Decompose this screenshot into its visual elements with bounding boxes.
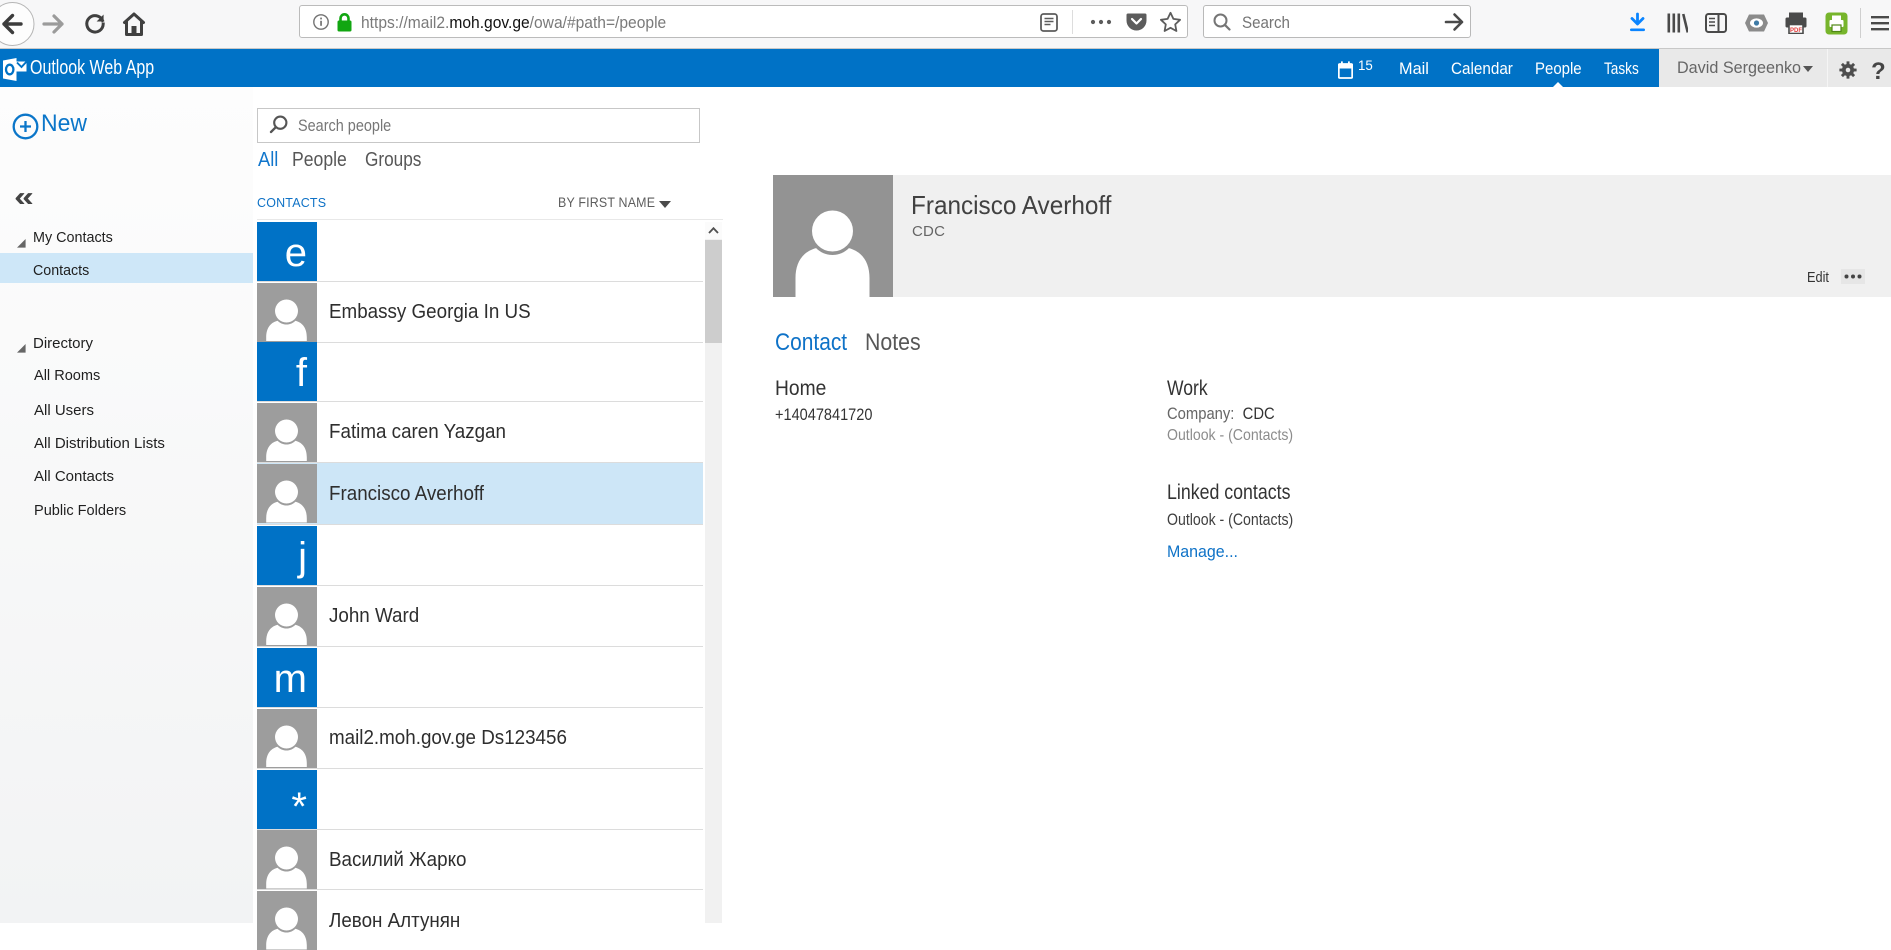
svg-text:PDF: PDF [1790,28,1802,34]
